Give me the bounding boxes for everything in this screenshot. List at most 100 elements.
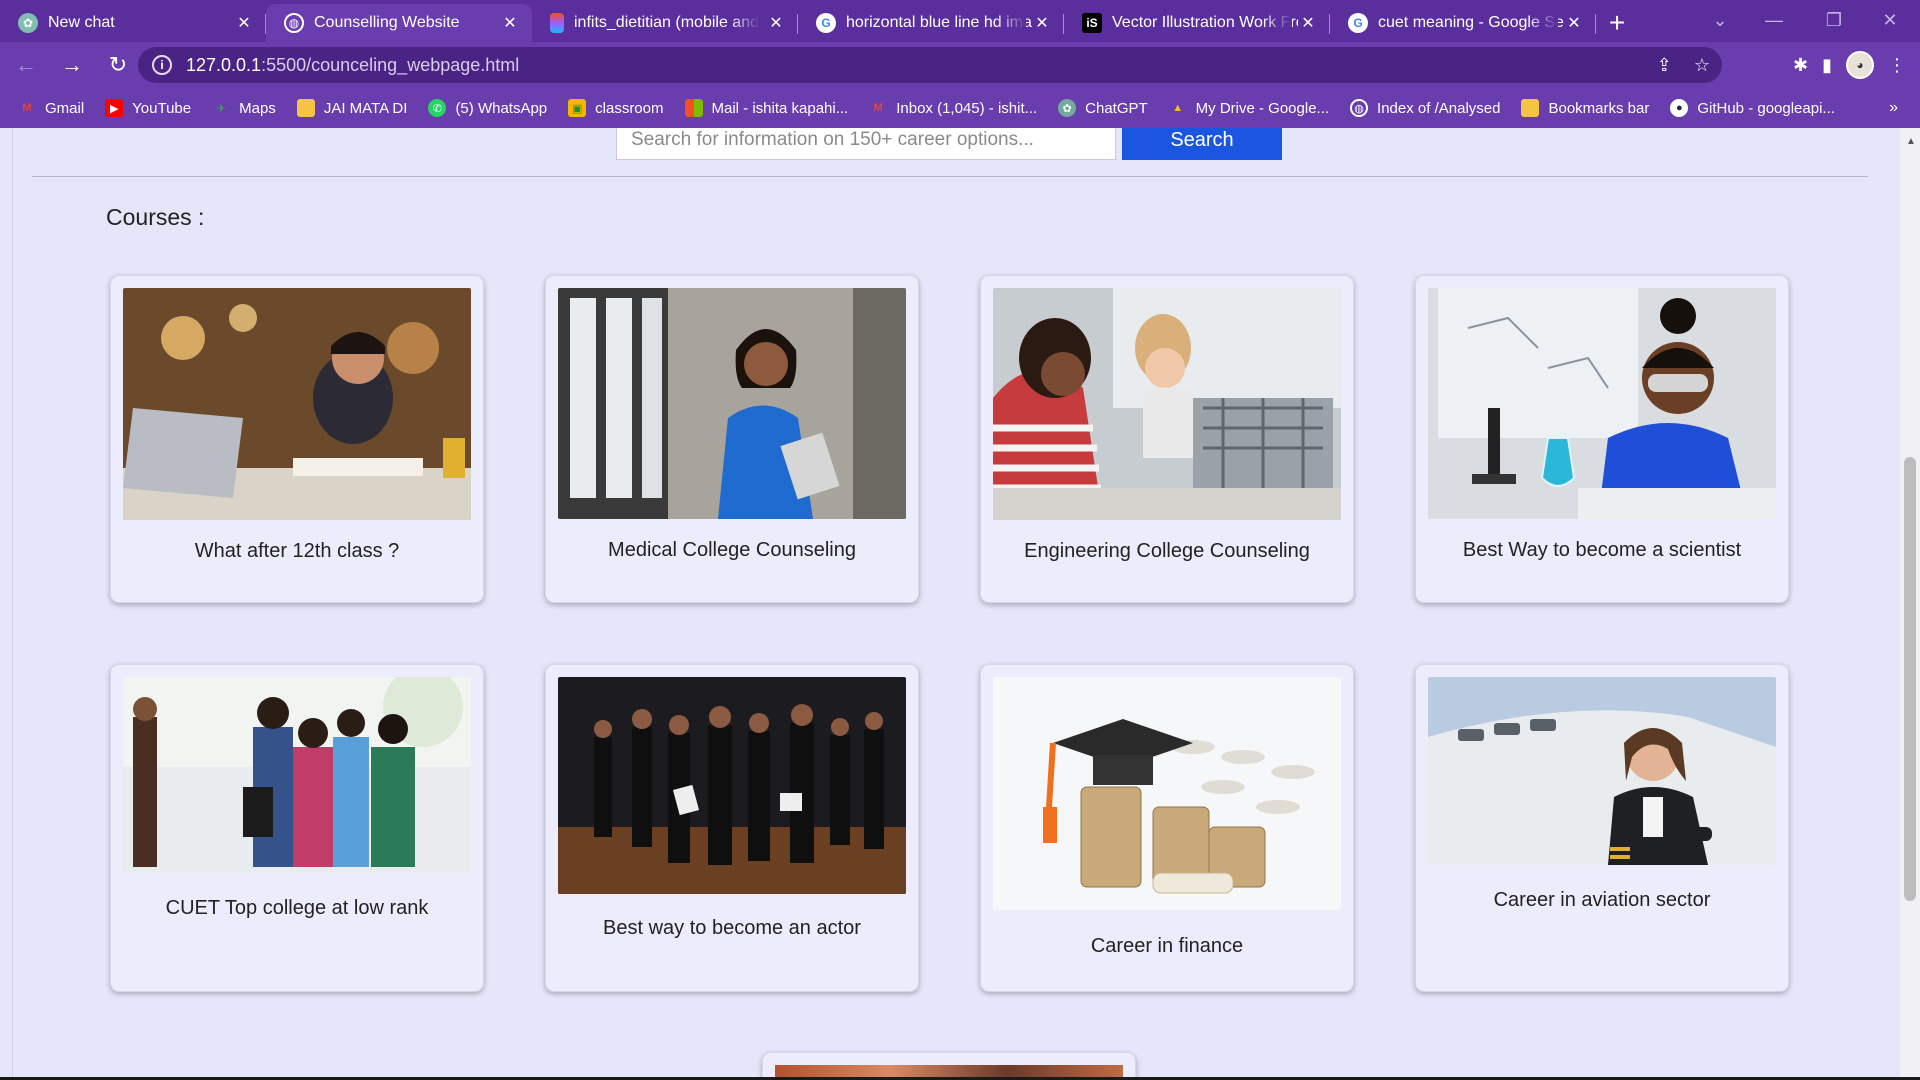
menu-kebab-icon[interactable]: ⋮ [1888, 55, 1906, 76]
reload-icon[interactable]: ↻ [98, 45, 138, 85]
browser-toolbar: ← → ↻ i 127.0.0.1:5500/counceling_webpag… [0, 42, 1920, 88]
globe-icon: ◍ [284, 13, 304, 33]
bookmark-label: My Drive - Google... [1195, 99, 1330, 117]
course-card[interactable]: Best Way to become a scientist [1415, 275, 1789, 603]
career-search: Search [616, 128, 1282, 160]
bookmark-bookmarks-bar-folder[interactable]: Bookmarks bar [1521, 99, 1649, 117]
gmail-icon: M [873, 102, 883, 114]
tab-fade [730, 10, 760, 36]
address-bar[interactable]: i 127.0.0.1:5500/counceling_webpage.html… [138, 47, 1722, 83]
course-card[interactable]: Best way to become an actor [545, 664, 919, 992]
bookmark-label: Index of /Analysed [1377, 99, 1501, 117]
students-campus-image [123, 677, 471, 873]
forward-icon[interactable]: → [52, 45, 92, 85]
maps-icon: ✈ [216, 102, 226, 115]
tab-fade [1262, 10, 1292, 36]
course-card[interactable]: What after 12th class ? [110, 275, 484, 603]
scientist-flask-image [1428, 288, 1776, 519]
bookmark-chatgpt[interactable]: ✿ ChatGPT [1058, 99, 1148, 117]
bookmark-youtube[interactable]: ▶ YouTube [105, 99, 191, 117]
profile-avatar[interactable]: ◕ [1846, 51, 1874, 79]
folder-icon [296, 99, 315, 117]
search-button[interactable]: Search [1122, 128, 1282, 160]
tab-infits-dietitian[interactable]: infits_dietitian (mobile and ✕ [532, 4, 798, 42]
bookmark-label: Gmail [45, 99, 85, 117]
page-scrollbar[interactable]: ▲ [1900, 128, 1920, 1077]
tab-new-chat[interactable]: ✿ New chat ✕ [0, 4, 266, 42]
bookmark-github[interactable]: ● GitHub - googleapi... [1670, 99, 1835, 117]
bookmark-label: Maps [239, 99, 276, 117]
doctor-scrubs-image [558, 288, 906, 519]
close-icon[interactable]: ✕ [766, 13, 786, 33]
tab-title: Counselling Website [314, 14, 460, 31]
address-url: 127.0.0.1:5500/counceling_webpage.html [186, 55, 519, 76]
site-info-icon[interactable]: i [152, 55, 172, 75]
close-window-button[interactable]: ✕ [1860, 0, 1920, 40]
scrollbar-thumb[interactable] [1904, 457, 1916, 901]
career-search-input[interactable] [616, 128, 1116, 160]
bookmark-star-icon[interactable]: ☆ [1694, 55, 1710, 76]
bookmark-whatsapp[interactable]: ✆ (5) WhatsApp [428, 99, 547, 117]
chatgpt-icon: ✿ [18, 13, 38, 33]
close-icon[interactable]: ✕ [1298, 13, 1318, 33]
coins-graduation-cap-image [993, 677, 1341, 910]
bookmark-label: Inbox (1,045) - ishit... [896, 99, 1038, 117]
bookmark-my-drive[interactable]: ▲ My Drive - Google... [1169, 99, 1329, 117]
back-icon[interactable]: ← [6, 45, 46, 85]
youtube-icon: ▶ [105, 99, 124, 117]
courses-heading: Courses : [106, 204, 205, 230]
tab-counselling-website[interactable]: ◍ Counselling Website ✕ [266, 4, 532, 42]
minimize-button[interactable]: — [1744, 0, 1804, 40]
istock-icon: iS [1082, 13, 1102, 33]
bookmark-index-analysed[interactable]: ◍ Index of /Analysed [1350, 99, 1500, 117]
bookmark-mail-outlook[interactable]: Mail - ishita kapahi... [684, 99, 848, 117]
bookmark-label: YouTube [132, 99, 192, 117]
page-left-border [12, 128, 13, 1077]
globe-icon: ◍ [1350, 99, 1369, 117]
course-card[interactable]: Engineering College Counseling [980, 275, 1354, 603]
tab-vector-illustration[interactable]: iS Vector Illustration Work Fro ✕ [1064, 4, 1330, 42]
bookmark-label: classroom [595, 99, 664, 117]
restore-button[interactable]: ❐ [1804, 0, 1864, 40]
tab-cuet-meaning[interactable]: G cuet meaning - Google Sear ✕ [1330, 4, 1596, 42]
card-caption: Career in finance [1090, 935, 1244, 957]
close-icon[interactable]: ✕ [1564, 13, 1584, 33]
side-panel-icon[interactable]: ▮ [1822, 55, 1832, 76]
course-card[interactable]: CUET Top college at low rank [110, 664, 484, 992]
new-tab-button[interactable]: + [1596, 4, 1638, 42]
bookmark-inbox[interactable]: M Inbox (1,045) - ishit... [869, 99, 1038, 117]
course-card[interactable]: Career in finance [980, 664, 1354, 992]
pilot-airplane-image [1428, 677, 1776, 865]
card-caption: Medical College Counseling [608, 539, 856, 561]
gmail-icon: M [22, 102, 32, 114]
url-path: :5500/counceling_webpage.html [261, 54, 520, 75]
drive-icon: ▲ [1172, 102, 1184, 114]
course-card[interactable]: Medical College Counseling [545, 275, 919, 603]
course-card[interactable]: Career in aviation sector [1415, 664, 1789, 992]
extensions-icon[interactable]: ✱ [1793, 55, 1808, 76]
close-icon[interactable]: ✕ [234, 13, 254, 33]
bookmarks-overflow-icon[interactable]: » [1889, 88, 1898, 128]
google-icon: G [816, 13, 836, 33]
course-card-partial[interactable] [762, 1052, 1136, 1077]
tab-strip: ✿ New chat ✕ ◍ Counselling Website ✕ inf… [0, 0, 1920, 42]
course-card-image-partial [775, 1065, 1123, 1077]
close-icon[interactable]: ✕ [1032, 13, 1052, 33]
bookmark-jai-mata-di[interactable]: JAI MATA DI [296, 99, 407, 117]
close-icon[interactable]: ✕ [500, 13, 520, 33]
bookmark-gmail[interactable]: M Gmail [18, 99, 84, 117]
bookmark-classroom[interactable]: ▣ classroom [568, 99, 664, 117]
robotics-lab-image [993, 288, 1341, 520]
section-divider [32, 176, 1868, 177]
share-icon[interactable]: ⇪ [1657, 55, 1672, 76]
card-caption: What after 12th class ? [194, 540, 400, 562]
bookmark-label: ChatGPT [1085, 99, 1148, 117]
tab-search-icon[interactable]: ⌄ [1690, 0, 1750, 40]
card-caption: CUET Top college at low rank [165, 897, 429, 919]
bookmark-maps[interactable]: ✈ Maps [212, 99, 276, 117]
bookmark-label: (5) WhatsApp [455, 99, 548, 117]
scroll-up-arrow-icon[interactable]: ▲ [1906, 136, 1916, 147]
card-caption: Best way to become an actor [603, 917, 861, 939]
tab-fade [996, 10, 1026, 36]
tab-horizontal-blue-line[interactable]: G horizontal blue line hd imag ✕ [798, 4, 1064, 42]
